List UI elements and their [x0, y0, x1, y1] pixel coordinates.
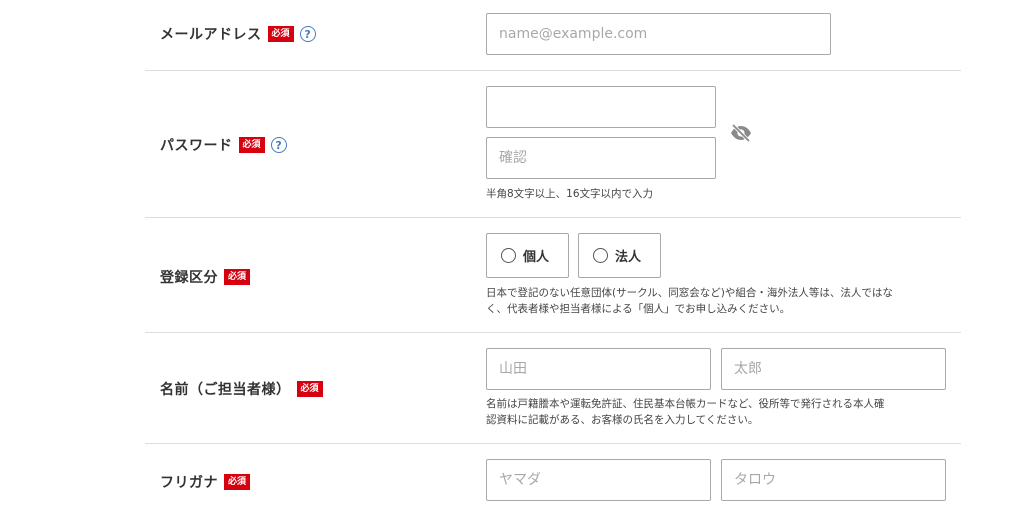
- eye-off-icon[interactable]: [729, 121, 753, 145]
- radio-corporation[interactable]: 法人: [578, 233, 661, 278]
- required-badge: 必須: [267, 26, 294, 42]
- hint-line: 名前は戸籍謄本や運転免許証、住民基本台帳カードなど、役所等で発行される本人確: [486, 398, 885, 410]
- password-label-group: パスワード 必須 ?: [160, 135, 287, 155]
- divider: [145, 443, 961, 444]
- divider: [145, 332, 961, 333]
- first-name-input[interactable]: [721, 348, 946, 390]
- required-badge: 必須: [238, 137, 265, 153]
- hint-line: 認資料に記載がある、お客様の氏名を入力してください。: [486, 414, 759, 426]
- help-icon[interactable]: ?: [299, 26, 316, 42]
- password-label: パスワード: [160, 138, 233, 154]
- registration-type-label: 登録区分: [160, 270, 218, 286]
- radio-individual[interactable]: 個人: [486, 233, 569, 278]
- required-badge: 必須: [224, 474, 251, 490]
- name-hint: 名前は戸籍謄本や運転免許証、住民基本台帳カードなど、役所等で発行される本人確 認…: [486, 396, 884, 428]
- last-name-input[interactable]: [486, 348, 711, 390]
- required-badge: 必須: [224, 269, 251, 285]
- furigana-label-group: フリガナ 必須: [160, 472, 251, 492]
- radio-individual-label: 個人: [523, 250, 550, 265]
- registration-type-hint: 日本で登記のない任意団体(サークル、同窓会など)や組合・海外法人等は、法人ではな…: [486, 285, 893, 317]
- password-hint: 半角8文字以上、16文字以内で入力: [486, 188, 654, 200]
- required-badge: 必須: [296, 381, 323, 397]
- email-label: メールアドレス: [160, 27, 262, 43]
- password-input[interactable]: [486, 86, 716, 128]
- furigana-label: フリガナ: [160, 475, 218, 491]
- last-name-kana-input[interactable]: [486, 459, 711, 501]
- radio-circle-icon: [501, 248, 516, 263]
- email-input[interactable]: [486, 13, 831, 55]
- first-name-kana-input[interactable]: [721, 459, 946, 501]
- name-label: 名前（ご担当者様）: [160, 382, 291, 398]
- registration-type-label-group: 登録区分 必須: [160, 267, 251, 287]
- email-label-group: メールアドレス 必須 ?: [160, 24, 316, 44]
- password-confirm-input[interactable]: [486, 137, 716, 179]
- hint-line: 日本で登記のない任意団体(サークル、同窓会など)や組合・海外法人等は、法人ではな: [486, 287, 893, 299]
- name-label-group: 名前（ご担当者様） 必須: [160, 379, 323, 399]
- radio-corporation-label: 法人: [615, 250, 642, 265]
- divider: [145, 217, 961, 218]
- hint-line: く、代表者様や担当者様による「個人」でお申し込みください。: [486, 303, 791, 315]
- help-icon[interactable]: ?: [270, 137, 287, 153]
- divider: [145, 70, 961, 71]
- radio-circle-icon: [593, 248, 608, 263]
